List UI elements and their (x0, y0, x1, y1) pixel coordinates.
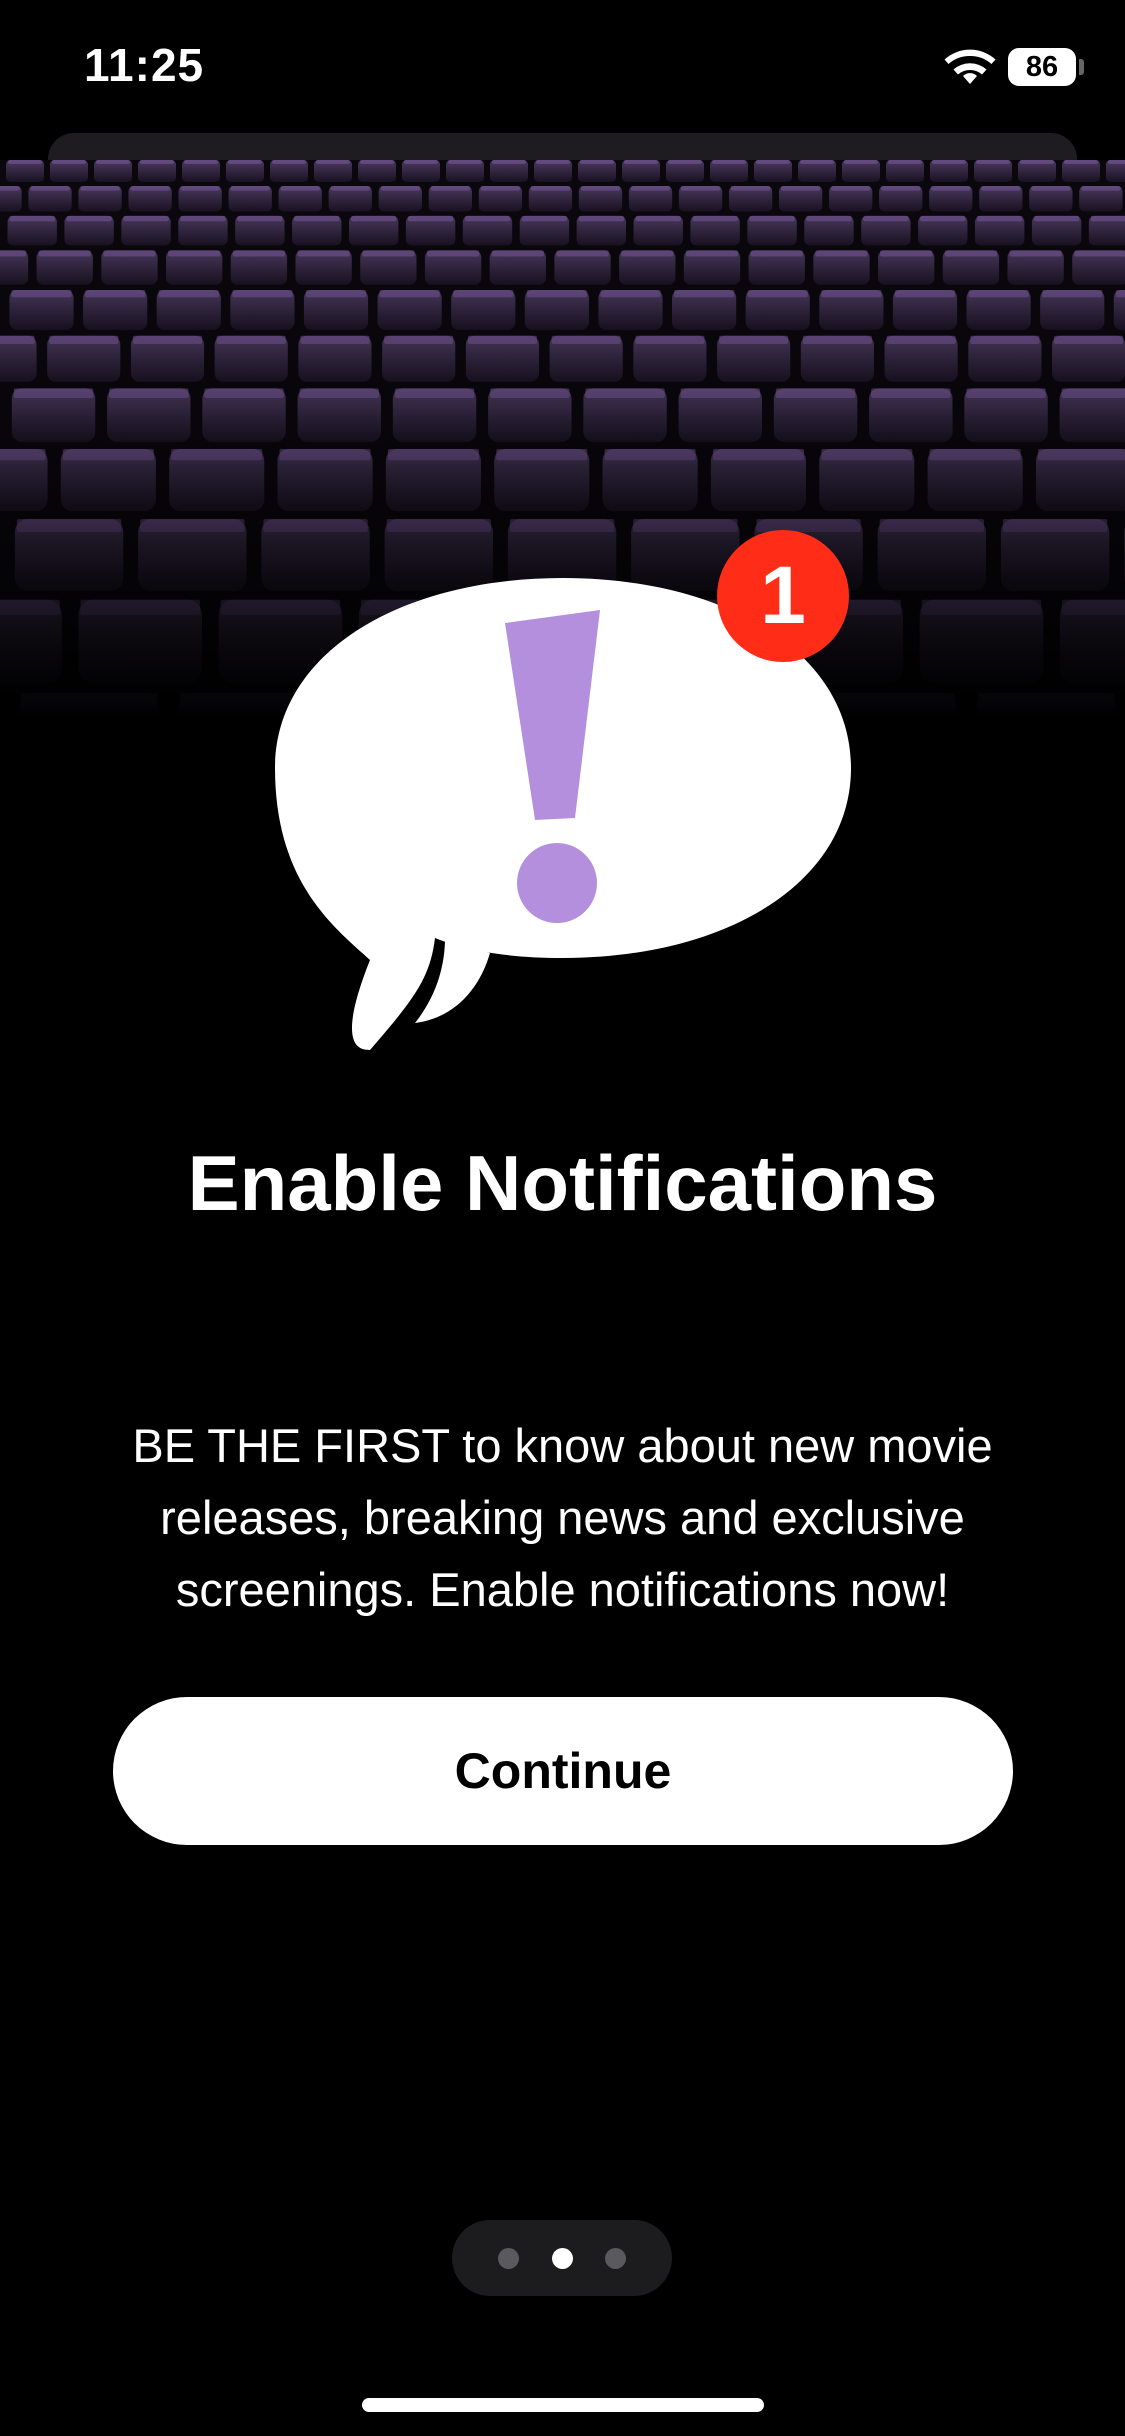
page-dot-2[interactable] (552, 2248, 573, 2269)
description-text: BE THE FIRST to know about new movie rel… (132, 1419, 993, 1616)
status-time: 11:25 (84, 39, 205, 91)
battery-indicator: 86 (1008, 48, 1076, 86)
speech-bubble-exclamation-icon: 1 (275, 530, 851, 1050)
page-title: Enable Notifications (187, 1139, 938, 1227)
notification-badge-count: 1 (760, 550, 806, 641)
continue-button[interactable]: Continue (113, 1697, 1013, 1845)
page-dot-3[interactable] (605, 2248, 626, 2269)
battery-cap (1079, 59, 1084, 75)
status-bar: 11:25 86 (0, 0, 1125, 130)
home-indicator[interactable] (362, 2398, 764, 2412)
page-indicator[interactable] (452, 2220, 672, 2296)
page-dot-1[interactable] (498, 2248, 519, 2269)
wifi-icon (944, 49, 996, 84)
